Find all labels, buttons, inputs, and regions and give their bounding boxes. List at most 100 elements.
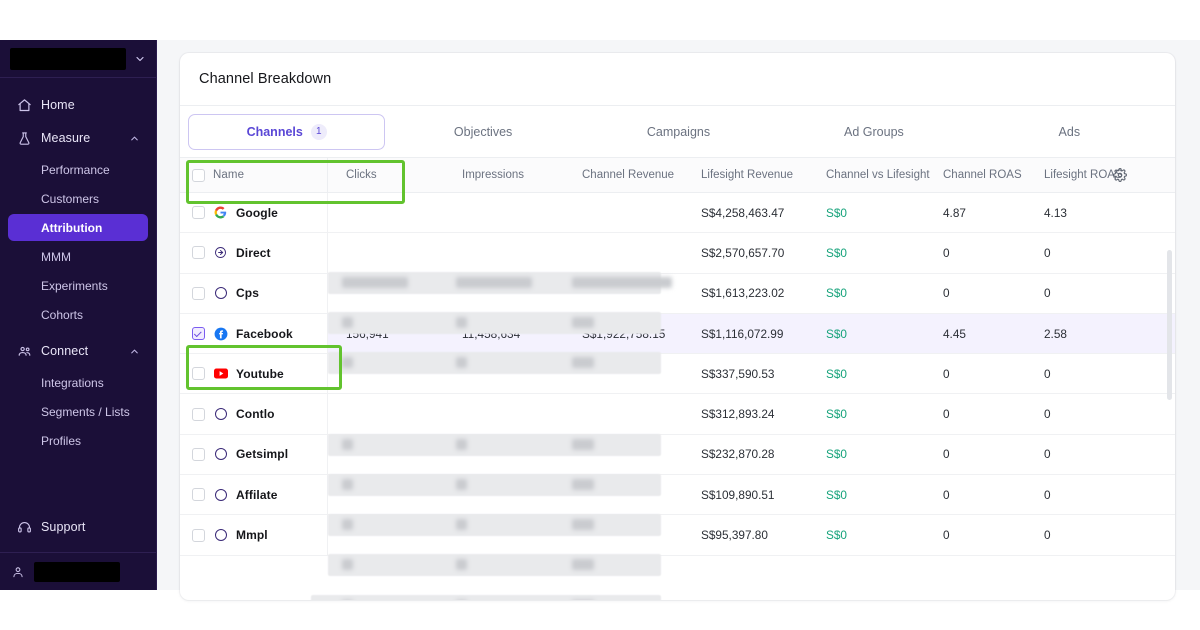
table-row[interactable]: Contlo S$312,893.24 S$0 0 0	[180, 394, 1175, 435]
sidebar-subitem-label: Profiles	[41, 433, 82, 448]
sidebar-item-attribution[interactable]: Attribution	[8, 214, 148, 241]
sidebar-subitem-label: Attribution	[41, 220, 103, 235]
main-content: Channel Breakdown Channels 1 Objectives …	[157, 40, 1200, 600]
cell-lifesight-roas: 0	[1044, 366, 1051, 381]
sidebar-subitem-label: Segments / Lists	[41, 404, 130, 419]
sidebar-item-home[interactable]: Home	[8, 90, 148, 120]
card-header: Channel Breakdown	[180, 53, 1175, 106]
cell-channel-revenue: S$1,922,758.15	[582, 326, 666, 341]
chevron-up-icon[interactable]	[128, 133, 140, 144]
sidebar-item-segments-lists[interactable]: Segments / Lists	[8, 398, 148, 425]
cell-channel-roas: 4.87	[943, 205, 966, 220]
tab-count-badge: 1	[310, 123, 327, 140]
table-row[interactable]: Affilate S$109,890.51 S$0 0 0	[180, 475, 1175, 516]
row-name-cell: Affilate	[180, 475, 328, 515]
row-name-cell: Getsimpl	[180, 434, 328, 475]
row-name-cell: Google	[180, 193, 328, 233]
cell-channel-roas: 0	[943, 407, 950, 422]
sidebar-item-customers[interactable]: Customers	[8, 185, 148, 212]
sidebar-item-label: Measure	[41, 131, 91, 145]
home-icon	[16, 97, 32, 113]
table-row[interactable]: Direct S$2,570,657.70 S$0 0 0	[180, 233, 1175, 274]
cell-lifesight-roas: 0	[1044, 286, 1051, 301]
table-row[interactable]: Google S$4,258,463.47 S$0 4.87 4.13	[180, 193, 1175, 234]
table-row-selected[interactable]: Facebook 156,941 11,458,634 S$1,922,758.…	[180, 313, 1175, 355]
cell-channel-roas: 4.45	[943, 326, 966, 341]
row-checkbox[interactable]	[192, 447, 205, 461]
workspace-selector[interactable]	[0, 40, 156, 78]
row-checkbox[interactable]	[192, 206, 205, 220]
cell-lifesight-roas: 2.58	[1044, 326, 1067, 341]
cell-lifesight-revenue: S$95,397.80	[701, 528, 768, 543]
row-name-cell: Direct	[180, 233, 328, 273]
header-cell-clicks[interactable]: Clicks	[328, 158, 444, 192]
row-checkbox[interactable]	[192, 528, 205, 542]
cell-impressions	[444, 193, 564, 232]
header-cell-channel-vs-lifesight[interactable]: Channel vs Lifesight	[814, 158, 932, 192]
cell-channel-vs-lifesight: S$0	[826, 205, 847, 220]
sidebar-item-experiments[interactable]: Experiments	[8, 272, 148, 299]
table-scrollbar-thumb[interactable]	[1167, 250, 1172, 400]
tab-campaigns[interactable]: Campaigns	[581, 114, 776, 150]
tab-objectives[interactable]: Objectives	[385, 114, 580, 150]
header-cell-impressions[interactable]: Impressions	[444, 158, 564, 192]
flask-icon	[16, 130, 32, 146]
table-row[interactable]: Youtube S$337,590.53 S$0 0 0	[180, 354, 1175, 395]
row-checkbox[interactable]	[192, 246, 205, 260]
sidebar-item-support[interactable]: Support	[8, 512, 148, 542]
header-cell-channel-revenue[interactable]: Channel Revenue	[564, 158, 688, 192]
sidebar-item-profiles[interactable]: Profiles	[8, 427, 148, 454]
row-checkbox[interactable]	[192, 286, 205, 300]
user-name-redacted	[34, 561, 120, 582]
cell-lifesight-revenue: S$232,870.28	[701, 447, 775, 462]
row-checkbox[interactable]	[192, 367, 205, 381]
header-cell-channel-roas[interactable]: Channel ROAS	[932, 158, 1032, 192]
sidebar-item-measure[interactable]: Measure	[8, 123, 148, 153]
cell-channel-vs-lifesight: S$0	[826, 447, 847, 462]
cell-channel-vs-lifesight: S$0	[826, 245, 847, 260]
tab-ad-groups[interactable]: Ad Groups	[776, 114, 971, 150]
header-cell-lifesight-revenue[interactable]: Lifesight Revenue	[688, 158, 814, 192]
cell-channel-vs-lifesight: S$0	[826, 407, 847, 422]
user-account-row[interactable]	[0, 552, 156, 590]
cell-clicks	[328, 354, 444, 393]
cell-clicks: 156,941	[346, 326, 389, 341]
gear-icon[interactable]	[1112, 168, 1127, 182]
sidebar-item-connect[interactable]: Connect	[8, 336, 148, 366]
row-name-label: Google	[236, 205, 278, 220]
tab-channels[interactable]: Channels 1	[188, 113, 386, 150]
sidebar-subitem-label: Experiments	[41, 278, 108, 293]
cell-impressions	[444, 435, 564, 474]
cell-lifesight-roas: 0	[1044, 447, 1051, 462]
column-header-label: Impressions	[462, 169, 524, 181]
row-checkbox[interactable]	[192, 488, 205, 502]
cell-clicks	[328, 274, 444, 313]
sidebar-item-integrations[interactable]: Integrations	[8, 369, 148, 396]
direct-arrow-icon	[213, 245, 228, 260]
row-name-cell: Youtube	[180, 354, 328, 394]
circle-icon	[213, 487, 228, 502]
cell-lifesight-revenue: S$1,116,072.99	[701, 326, 784, 341]
table-row[interactable]: Getsimpl S$232,870.28 S$0 0 0	[180, 434, 1175, 476]
select-all-checkbox[interactable]	[192, 168, 205, 182]
redacted-metrics-mmpl	[311, 595, 661, 600]
cell-clicks	[328, 475, 444, 514]
table-row[interactable]: Mmpl S$95,397.80 S$0 0 0	[180, 515, 1175, 556]
row-name-label: Cps	[236, 286, 259, 301]
sidebar-item-mmm[interactable]: MMM	[8, 243, 148, 270]
tab-ads[interactable]: Ads	[972, 114, 1167, 150]
sidebar-subitem-label: Customers	[41, 191, 100, 206]
header-cell-lifesight-roas[interactable]: Lifesight ROAS	[1032, 158, 1175, 192]
row-checkbox[interactable]	[192, 327, 205, 341]
chevron-up-icon[interactable]	[128, 346, 140, 357]
youtube-icon	[213, 366, 228, 381]
row-name-label: Mmpl	[236, 528, 268, 543]
table-row[interactable]: Cps S$1,613,223.02 S$0 0 0	[180, 273, 1175, 314]
chevron-down-icon[interactable]	[132, 51, 148, 67]
cell-channel-vs-lifesight: S$0	[826, 326, 847, 341]
cell-lifesight-roas: 0	[1044, 245, 1051, 260]
sidebar-item-cohorts[interactable]: Cohorts	[8, 301, 148, 328]
row-checkbox[interactable]	[192, 407, 205, 421]
sidebar-item-performance[interactable]: Performance	[8, 156, 148, 183]
cell-lifesight-roas: 0	[1044, 487, 1051, 502]
